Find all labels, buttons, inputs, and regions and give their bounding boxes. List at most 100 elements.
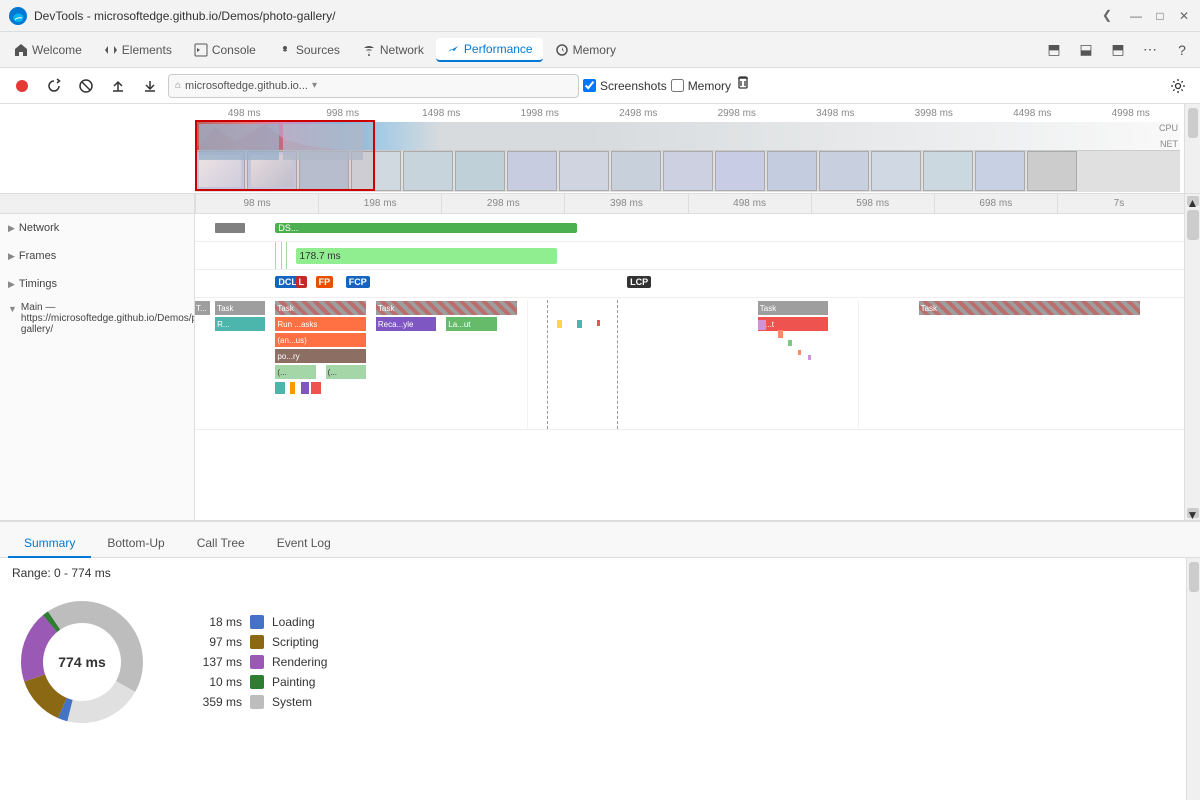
col-mark-1 — [527, 300, 528, 429]
tab-summary[interactable]: Summary — [8, 530, 91, 558]
scroll-down-btn[interactable]: ▼ — [1187, 508, 1199, 518]
network-track-label[interactable]: ▶ Network — [0, 214, 195, 242]
main-thread-content: T... Task Task Task Task Task R... Run .… — [195, 300, 1200, 430]
scroll-up-btn[interactable]: ▲ — [1187, 196, 1199, 206]
stack-small-3[interactable] — [301, 382, 309, 394]
network-arrow: ▶ — [8, 223, 15, 234]
screenshot-16[interactable] — [1027, 151, 1077, 191]
ts-6: 3498 ms — [786, 108, 885, 119]
url-dropdown-icon[interactable]: ▾ — [312, 80, 317, 91]
timings-arrow: ▶ — [8, 279, 15, 290]
stack-reca[interactable]: Reca...yle — [376, 317, 436, 331]
tab-event-log[interactable]: Event Log — [261, 530, 347, 558]
task-3[interactable]: Task — [376, 301, 517, 315]
stack-small-2[interactable] — [290, 382, 295, 394]
stack-la[interactable]: La...ut — [446, 317, 496, 331]
donut-total: 774 ms — [58, 654, 105, 670]
screenshot-9[interactable] — [663, 151, 713, 191]
edge-icon — [8, 6, 28, 26]
reload-button[interactable] — [40, 72, 68, 100]
screenshot-15[interactable] — [975, 151, 1025, 191]
screenshot-8[interactable] — [611, 151, 661, 191]
stack-small-4[interactable] — [311, 382, 321, 394]
rendering-color — [250, 655, 264, 669]
scrollbar-thumb-top[interactable] — [1188, 108, 1198, 138]
upload-button[interactable] — [104, 72, 132, 100]
screenshots-checkbox-label[interactable]: Screenshots — [583, 79, 667, 93]
memory-checkbox[interactable] — [671, 79, 684, 92]
bottom-tabs: Summary Bottom-Up Call Tree Event Log — [0, 522, 1200, 558]
tab-bottom-up[interactable]: Bottom-Up — [91, 530, 180, 558]
task-1[interactable]: Task — [215, 301, 265, 315]
task-t[interactable]: T... — [195, 301, 210, 315]
stack-po-ry[interactable]: po...ry — [275, 349, 365, 363]
bottom-scrollbar-thumb[interactable] — [1189, 562, 1199, 592]
screenshot-12[interactable] — [819, 151, 869, 191]
tab-sources[interactable]: Sources — [268, 39, 350, 61]
tab-console[interactable]: Console — [184, 39, 266, 61]
trash-icon-btn[interactable] — [735, 74, 759, 98]
summary-range: Range: 0 - 774 ms — [12, 566, 1174, 580]
rm-6: 698 ms — [934, 194, 1057, 213]
screenshot-10[interactable] — [715, 151, 765, 191]
screenshot-2[interactable] — [299, 151, 349, 191]
dock-right-button[interactable]: ⬒ — [1104, 36, 1132, 64]
stack-small-1[interactable] — [275, 382, 285, 394]
minimize-button[interactable]: — — [1128, 8, 1144, 24]
tab-memory[interactable]: Memory — [545, 39, 626, 61]
timings-track-row: DCL L FP FCP LCP — [195, 270, 1200, 298]
ts-0: 498 ms — [195, 108, 294, 119]
screenshot-14[interactable] — [923, 151, 973, 191]
tab-call-tree[interactable]: Call Tree — [181, 530, 261, 558]
stack-anon1[interactable]: (... — [275, 365, 315, 379]
detail-scrollbar: ▲ ▼ — [1184, 194, 1200, 520]
screenshot-11[interactable] — [767, 151, 817, 191]
legend-painting: 10 ms Painting — [192, 675, 327, 689]
screenshot-0[interactable] — [195, 151, 245, 191]
task-5[interactable]: Task — [758, 301, 828, 315]
more-tools-button[interactable]: ⋯ — [1136, 36, 1164, 64]
summary-body: 774 ms 18 ms Loading 97 ms Sc — [12, 592, 1174, 732]
screenshot-4[interactable] — [403, 151, 453, 191]
frames-bar: 178.7 ms — [296, 248, 557, 264]
timings-track-label[interactable]: ▶ Timings — [0, 270, 195, 298]
screenshot-7[interactable] — [559, 151, 609, 191]
stack-an-us[interactable]: (an...us) — [275, 333, 365, 347]
stack-e-t[interactable]: E...t — [758, 317, 828, 331]
screenshot-5[interactable] — [455, 151, 505, 191]
timing-lcp: LCP — [627, 274, 651, 288]
task-2[interactable]: Task — [275, 301, 365, 315]
bottom-scrollbar — [1186, 558, 1200, 800]
record-button[interactable] — [8, 72, 36, 100]
tab-network[interactable]: Network — [352, 39, 434, 61]
task-6[interactable]: Task — [919, 301, 1140, 315]
settings-button[interactable] — [1164, 72, 1192, 100]
frames-track-label[interactable]: ▶ Frames — [0, 242, 195, 270]
main-track-label[interactable]: ▼ Main — https://microsoftedge.github.io… — [0, 298, 195, 339]
memory-checkbox-label[interactable]: Memory — [671, 79, 731, 93]
stack-run-tasks[interactable]: Run ...asks — [275, 317, 365, 331]
activity-7 — [798, 350, 801, 355]
dock-bottom-button[interactable]: ⬓ — [1072, 36, 1100, 64]
scroll-thumb[interactable] — [1187, 210, 1199, 240]
dock-left-button[interactable]: ⬒ — [1040, 36, 1068, 64]
rm-0: 98 ms — [195, 194, 318, 213]
tab-performance[interactable]: Performance — [436, 38, 543, 62]
rm-2: 298 ms — [441, 194, 564, 213]
overview-panel[interactable]: 498 ms 998 ms 1498 ms 1998 ms 2498 ms 29… — [0, 104, 1200, 194]
screenshot-13[interactable] — [871, 151, 921, 191]
stack-r[interactable]: R... — [215, 317, 265, 331]
screenshot-6[interactable] — [507, 151, 557, 191]
screenshot-1[interactable] — [247, 151, 297, 191]
restore-button[interactable]: □ — [1152, 8, 1168, 24]
tab-welcome[interactable]: Welcome — [4, 39, 92, 61]
summary-content: Range: 0 - 774 ms — [0, 558, 1186, 800]
close-button[interactable]: ✕ — [1176, 8, 1192, 24]
help-button[interactable]: ? — [1168, 36, 1196, 64]
tab-elements[interactable]: Elements — [94, 39, 182, 61]
clear-button[interactable] — [72, 72, 100, 100]
screenshot-3[interactable] — [351, 151, 401, 191]
stack-anon2[interactable]: (... — [326, 365, 366, 379]
download-button[interactable] — [136, 72, 164, 100]
screenshots-checkbox[interactable] — [583, 79, 596, 92]
